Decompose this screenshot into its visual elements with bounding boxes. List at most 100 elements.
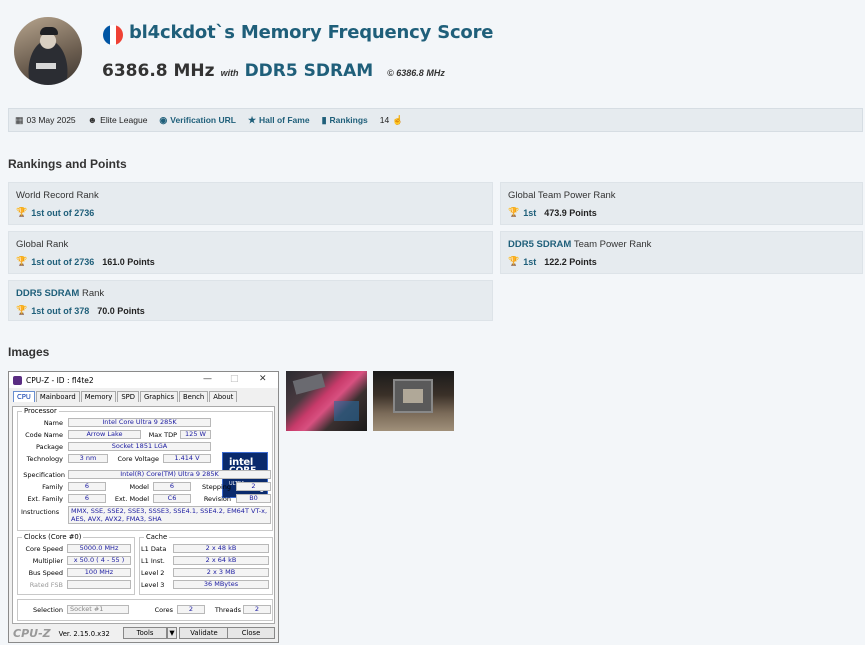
cpuz-tab-mainboard: Mainboard — [35, 391, 80, 402]
date-item: ▦ 03 May 2025 — [15, 115, 76, 125]
instructions-field: MMX, SSE, SSE2, SSE3, SSSE3, SSE4.1, SSE… — [68, 506, 271, 524]
ddr5-hl[interactable]: DDR5 SDRAM — [16, 288, 79, 299]
cpuz-tab-about: About — [209, 391, 238, 402]
specification-label: Specification — [23, 471, 65, 479]
model-field: 6 — [153, 482, 191, 491]
ddr5-team-label: DDR5 SDRAM Team Power Rank — [508, 239, 855, 250]
core-speed-field: 5000.0 MHz — [67, 544, 131, 553]
bus-speed-field: 100 MHz — [67, 568, 131, 577]
ext-model-field: C6 — [153, 494, 191, 503]
l1-inst-field: 2 x 64 kB — [173, 556, 269, 565]
specification-field: Intel(R) Core(TM) Ultra 9 285K — [68, 470, 271, 479]
ddr5-team-label-text: Team Power Rank — [573, 239, 652, 250]
gallery-thumbnail-2[interactable] — [373, 371, 454, 431]
cpuz-tabs: CPU Mainboard Memory SPD Graphics Bench … — [9, 388, 278, 402]
voltage-field: 1.414 V — [163, 454, 211, 463]
name-field: Intel Core Ultra 9 285K — [68, 418, 211, 427]
l1-inst-label: L1 Inst. — [141, 557, 165, 565]
gallery-thumbnail-1[interactable] — [286, 371, 367, 431]
level3-field: 36 MBytes — [173, 580, 269, 589]
selection-dropdown[interactable]: Socket #1 — [67, 605, 129, 614]
france-flag-icon — [103, 25, 123, 45]
global-rank-label: Global Rank — [16, 239, 69, 250]
tdp-label: Max TDP — [148, 431, 177, 439]
clocks-group-title: Clocks (Core #0) — [22, 533, 84, 541]
ddr5-rank[interactable]: 1st out of 378 — [31, 306, 89, 316]
rankings-link[interactable]: ▮ Rankings — [322, 115, 368, 125]
world-record-rank[interactable]: 1st out of 2736 — [31, 208, 94, 218]
cpuz-titlebar: CPU-Z - ID : fl4te2 — □ ✕ — [9, 372, 278, 388]
likes-count: 14 — [379, 115, 390, 125]
league-link[interactable]: ☻ Elite League — [88, 115, 148, 125]
bus-speed-label: Bus Speed — [28, 569, 63, 577]
tdp-field: 125 W — [180, 430, 211, 439]
rated-fsb-field — [67, 580, 131, 589]
trophy-icon: 🏆 — [16, 305, 28, 315]
cache-group-title: Cache — [144, 533, 170, 541]
ddr5-label: DDR5 SDRAM Rank — [16, 288, 485, 299]
world-record-label: World Record Rank — [16, 190, 99, 201]
tools-button[interactable]: Tools — [123, 627, 167, 639]
minimize-icon: — — [203, 374, 212, 384]
revision-field: B0 — [236, 494, 271, 503]
threads-field: 2 — [243, 605, 271, 614]
avatar-cap — [40, 27, 58, 35]
world-record-rank-card: World Record Rank 🏆 1st out of 2736 — [8, 182, 493, 225]
date-text: 03 May 2025 — [26, 115, 76, 125]
voltage-label: Core Voltage — [117, 455, 160, 463]
global-team-points: 473.9 Points — [544, 207, 597, 218]
cpuz-tab-cpu: CPU — [13, 391, 35, 402]
users-icon: ☻ — [87, 114, 98, 125]
memory-type-link[interactable]: DDR5 SDRAM — [245, 61, 374, 81]
ext-family-field: 6 — [68, 494, 106, 503]
cpuz-tab-spd: SPD — [117, 391, 139, 402]
score-frequency: 6386.8 MHz — [102, 61, 215, 81]
global-rank[interactable]: 1st out of 2736 — [31, 257, 94, 267]
level3-label: Level 3 — [141, 581, 165, 589]
ext-model-label: Ext. Model — [114, 495, 149, 503]
likes-item[interactable]: 14 ☝ — [380, 115, 404, 125]
thumbnail-shape — [403, 389, 423, 403]
with-label: with — [220, 68, 239, 78]
close-button[interactable]: Close — [227, 627, 275, 639]
global-team-label: Global Team Power Rank — [508, 190, 616, 201]
trophy-icon: 🏆 — [508, 207, 520, 217]
ddr5-team-rank[interactable]: 1st — [523, 257, 536, 267]
user-avatar[interactable] — [14, 17, 82, 85]
hall-of-fame-link[interactable]: ★ Hall of Fame — [248, 115, 310, 125]
rated-fsb-label: Rated FSB — [29, 581, 63, 589]
maximize-icon: □ — [230, 374, 239, 384]
technology-field: 3 nm — [68, 454, 108, 463]
trophy-icon: 🏆 — [16, 207, 28, 217]
tools-dropdown-icon[interactable]: ▼ — [167, 627, 177, 639]
global-team-rank-card: Global Team Power Rank 🏆 1st 473.9 Point… — [500, 182, 863, 225]
trophy-icon: 🏆 — [508, 256, 520, 266]
verification-link[interactable]: ◉ Verification URL — [159, 115, 236, 125]
name-label: Name — [43, 419, 63, 427]
package-field: Socket 1851 LGA — [68, 442, 211, 451]
validate-button[interactable]: Validate — [179, 627, 229, 639]
rankings-heading: Rankings and Points — [8, 157, 127, 171]
global-team-rank[interactable]: 1st — [523, 208, 536, 218]
ddr5-label-text: Rank — [81, 288, 105, 299]
cores-field: 2 — [177, 605, 205, 614]
l1-data-field: 2 x 48 kB — [173, 544, 269, 553]
copyright-score: © 6386.8 MHz — [387, 68, 445, 78]
ddr5-team-hl[interactable]: DDR5 SDRAM — [508, 239, 571, 250]
codename-label: Code Name — [25, 431, 63, 439]
league-text: Elite League — [100, 115, 148, 125]
multiplier-label: Multiplier — [32, 557, 63, 565]
cores-label: Cores — [154, 606, 173, 614]
cpuz-logo: CPU-Z — [13, 627, 51, 640]
global-points: 161.0 Points — [102, 256, 155, 267]
cpuz-screenshot[interactable]: CPU-Z - ID : fl4te2 — □ ✕ CPU Mainboard … — [8, 371, 279, 643]
star-icon: ★ — [247, 114, 257, 125]
score-subtitle: 6386.8 MHz with DDR5 SDRAM © 6386.8 MHz — [102, 61, 445, 81]
ddr5-team-rank-card: DDR5 SDRAM Team Power Rank 🏆 1st 122.2 P… — [500, 231, 863, 274]
family-field: 6 — [68, 482, 106, 491]
instructions-label: Instructions — [21, 508, 60, 516]
multiplier-field: x 50.0 ( 4 - 55 ) — [67, 556, 131, 565]
ext-family-label: Ext. Family — [27, 495, 63, 503]
model-label: Model — [129, 483, 149, 491]
revision-label: Revision — [203, 495, 231, 503]
